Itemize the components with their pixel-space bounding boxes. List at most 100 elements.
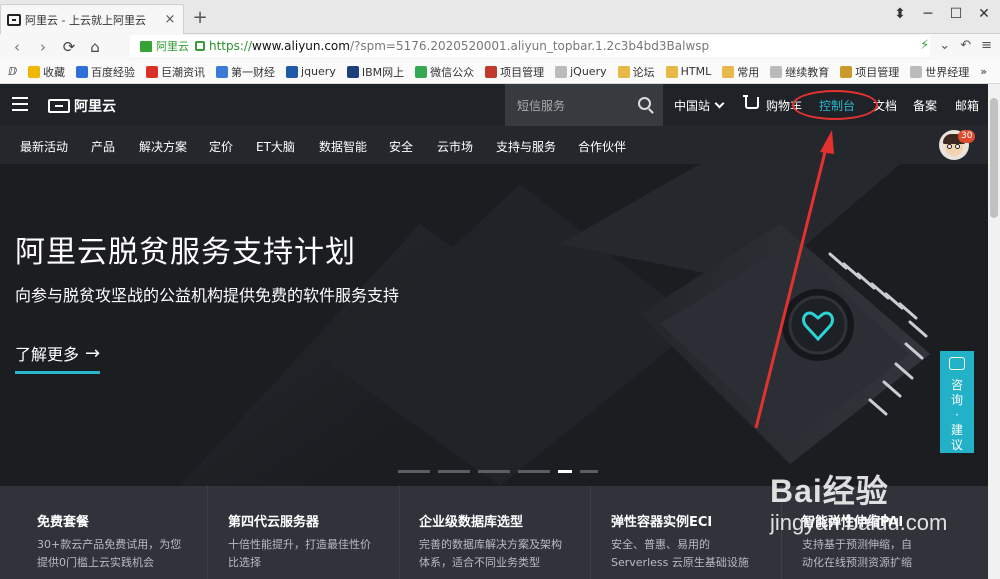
nav-item-partners[interactable]: 合作伙伴 <box>578 138 626 155</box>
chevron-down-icon <box>714 98 725 109</box>
nav-item-products[interactable]: 产品 <box>91 138 115 155</box>
lightning-icon[interactable]: ⚡ <box>920 38 929 53</box>
reload-icon[interactable]: ⟳ <box>56 38 82 56</box>
promo-card-database[interactable]: 企业级数据库选型 完善的数据库解决方案及架构 体系，适合不同业务类型 <box>419 486 562 579</box>
baidu-jingyan-watermark: Bai经验 jingyan.baidu.com <box>770 466 947 536</box>
carousel-indicators <box>398 470 598 473</box>
address-bar[interactable]: 阿里云 https://www.aliyun.com/?spm=5176.202… <box>130 35 930 57</box>
scrollbar-thumb[interactable] <box>990 98 998 218</box>
mail-link[interactable]: 邮箱 <box>955 97 979 114</box>
window-maximize-button[interactable]: ☐ <box>944 6 968 22</box>
bookmark-favicon-icon <box>216 65 229 78</box>
promo-title: 弹性容器实例ECI <box>611 515 713 530</box>
nav-item-security[interactable]: 安全 <box>389 138 413 155</box>
nav-item-data-intelligence[interactable]: 数据智能 <box>319 138 367 155</box>
watermark-url: jingyan.baidu.com <box>770 510 948 535</box>
notification-badge: 30 <box>958 130 976 143</box>
forward-icon[interactable]: › <box>30 38 56 56</box>
site-header: 阿里云 短信服务 中国站 购物车 控制台 文档 备案 邮箱 <box>0 84 988 126</box>
promo-card-ecs[interactable]: 第四代云服务器 十倍性能提升，打造最佳性价 比选择 <box>228 486 371 579</box>
window-close-button[interactable]: ✕ <box>972 6 996 22</box>
window-minimize-button[interactable]: ─ <box>916 6 940 22</box>
promo-desc: 支持基于预测伸缩，自 动化在线预测资源扩缩 <box>802 538 912 569</box>
aliyun-favicon-icon <box>7 13 21 26</box>
nav-item-marketplace[interactable]: 云市场 <box>437 138 473 155</box>
carousel-dot[interactable] <box>438 470 470 473</box>
promo-title: 第四代云服务器 <box>228 515 320 530</box>
bookmark-favicon-icon <box>146 65 159 78</box>
hero-background-art <box>0 164 988 486</box>
feedback-float-button[interactable]: 咨 询 · 建 议 <box>940 351 974 453</box>
back-icon[interactable]: ‹ <box>4 38 30 56</box>
browser-toolbar: ‹ › ⟳ ⌂ 阿里云 https://www.aliyun.com/?spm=… <box>0 34 1000 60</box>
bookmark-item[interactable]: 常用 <box>722 64 759 80</box>
bookmark-item[interactable]: 第一财经 <box>216 64 275 80</box>
bookmark-item[interactable]: HTML <box>665 65 712 78</box>
bookmark-label: 常用 <box>737 65 760 79</box>
bookmark-label: 第一财经 <box>231 65 276 79</box>
site-search-input[interactable]: 短信服务 <box>505 84 663 126</box>
browser-tab[interactable]: 阿里云 - 上云就上阿里云 × <box>0 4 184 34</box>
carousel-dot[interactable] <box>580 470 598 473</box>
region-selector[interactable]: 中国站 <box>674 97 725 114</box>
toolbar-right-icons: ⚡ ⌄ ↶ ≡ <box>920 38 992 53</box>
home-icon[interactable]: ⌂ <box>82 38 108 56</box>
filing-link[interactable]: 备案 <box>913 97 937 114</box>
bookmark-item[interactable]: jQuery <box>555 65 607 78</box>
bookmark-item[interactable]: jquery <box>286 65 336 78</box>
bookmark-favicon-icon <box>840 65 853 78</box>
bookmark-item[interactable]: 巨潮资讯 <box>146 64 205 80</box>
nav-item-solutions[interactable]: 解决方案 <box>139 138 187 155</box>
promo-desc: 完善的数据库解决方案及架构 体系，适合不同业务类型 <box>419 538 562 569</box>
bookmark-item[interactable]: 微信公众 <box>415 64 474 80</box>
hero-banner[interactable]: 阿里云脱贫服务支持计划 向参与脱贫攻坚战的公益机构提供免费的软件服务支持 了解更… <box>0 164 988 486</box>
site-badge-label: 阿里云 <box>156 40 189 53</box>
logo-text: 阿里云 <box>74 99 116 115</box>
window-pin-button[interactable]: ⬍ <box>888 6 912 22</box>
menu-icon[interactable]: ≡ <box>981 38 992 53</box>
bookmark-item[interactable]: 收藏 <box>28 64 65 80</box>
carousel-dot[interactable] <box>518 470 550 473</box>
search-icon[interactable] <box>638 97 651 110</box>
undo-icon[interactable]: ↶ <box>960 38 971 53</box>
bookmark-item[interactable]: 世界经理 <box>910 64 969 80</box>
tab-close-icon[interactable]: × <box>163 12 177 27</box>
hamburger-menu-icon[interactable] <box>12 97 28 111</box>
bookmarks-overflow-button[interactable]: » <box>980 65 987 78</box>
aliyun-logo[interactable]: 阿里云 <box>48 96 116 116</box>
bookmark-favicon-icon <box>485 65 498 78</box>
site-shield-icon <box>140 40 152 52</box>
promo-desc: 30+款云产品免费试用，为您 提供0门槛上云实践机会 <box>37 538 182 569</box>
bookmarks-toggle-icon[interactable]: ⅅ <box>8 65 17 78</box>
bookmark-favicon-icon <box>415 65 428 78</box>
learn-more-link[interactable]: 了解更多 → <box>15 341 101 374</box>
nav-item-latest[interactable]: 最新活动 <box>20 138 68 155</box>
bookmark-label: HTML <box>680 65 712 78</box>
search-placeholder: 短信服务 <box>517 98 566 113</box>
carousel-dot[interactable] <box>478 470 510 473</box>
bookmark-item[interactable]: 继续教育 <box>770 64 829 80</box>
cart-icon[interactable] <box>743 95 759 109</box>
promo-card-eci[interactable]: 弹性容器实例ECI 安全、普惠、易用的 Serverless 云原生基础设施 <box>611 486 749 579</box>
nav-item-et-brain[interactable]: ET大脑 <box>256 138 295 155</box>
promo-card-free-tier[interactable]: 免费套餐 30+款云产品免费试用，为您 提供0门槛上云实践机会 <box>37 486 181 579</box>
bookmark-favicon-icon <box>286 65 299 78</box>
carousel-dot-active[interactable] <box>558 470 572 473</box>
bookmark-item[interactable]: 百度经验 <box>76 64 135 80</box>
bookmark-item[interactable]: 项目管理 <box>485 64 544 80</box>
bookmark-item[interactable]: 论坛 <box>617 64 655 80</box>
carousel-dot[interactable] <box>398 470 430 473</box>
nav-item-pricing[interactable]: 定价 <box>209 138 233 155</box>
bookmark-label: 世界经理 <box>925 65 970 79</box>
bookmark-item[interactable]: IBM网上 <box>346 64 404 80</box>
new-tab-button[interactable]: + <box>190 7 210 28</box>
nav-item-support[interactable]: 支持与服务 <box>496 138 556 155</box>
bookmark-item[interactable]: 项目管理 <box>840 64 899 80</box>
url-text[interactable]: https://www.aliyun.com/?spm=5176.2020520… <box>209 39 709 53</box>
bookmark-label: 项目管理 <box>500 65 545 79</box>
dropdown-chevron-icon[interactable]: ⌄ <box>939 38 950 53</box>
page-scrollbar[interactable] <box>988 84 1000 579</box>
region-label: 中国站 <box>674 99 711 113</box>
bookmark-favicon-icon <box>76 65 89 78</box>
url-path: /?spm=5176.2020520001.aliyun_topbar.1.2c… <box>349 39 710 53</box>
